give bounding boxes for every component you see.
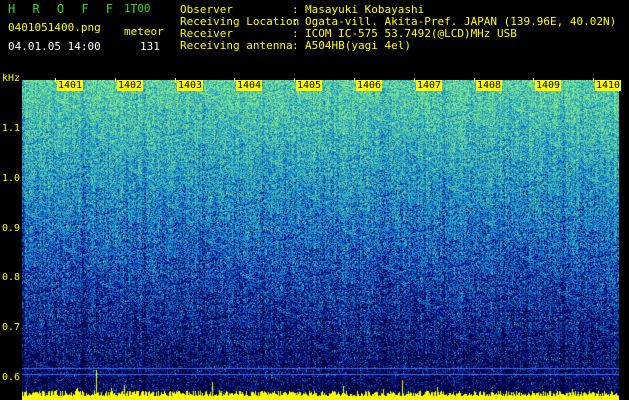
receiver-value: ICOM IC-575 53.7492(@LCD)MHz USB: [305, 27, 517, 40]
app-version: 1.00: [124, 2, 151, 15]
y-tick: 1.1: [2, 123, 21, 134]
x-tick-mark: [55, 78, 56, 82]
y-tick: 0.8: [2, 272, 21, 283]
x-tick-label: 1404: [236, 80, 263, 91]
observer-label: Observer: [180, 3, 233, 16]
x-tick-mark: [294, 78, 295, 82]
antenna-colon: :: [292, 39, 299, 52]
x-tick-mark: [175, 78, 176, 82]
x-tick-mark: [414, 78, 415, 82]
receiver-label: Receiver: [180, 27, 233, 40]
x-tick-label: 1402: [117, 80, 144, 91]
x-tick-label: 1403: [177, 80, 204, 91]
observer-colon: :: [292, 3, 299, 16]
x-tick-mark: [354, 78, 355, 82]
y-tick: 1.0: [2, 173, 21, 184]
meteor-count-value: 131: [140, 40, 160, 53]
x-tick-label: 1405: [296, 80, 323, 91]
location-colon: :: [292, 15, 299, 28]
location-value: Ogata-vill. Akita-Pref. JAPAN (139.96E, …: [305, 15, 617, 28]
spectrogram: [22, 80, 619, 400]
x-tick-mark: [533, 78, 534, 82]
receiver-colon: :: [292, 27, 299, 40]
x-tick-mark: [593, 78, 594, 82]
x-tick-label: 1409: [535, 80, 562, 91]
y-axis-unit: kHz: [2, 73, 21, 84]
date-time: 04.01.05 14:00: [8, 40, 101, 53]
y-tick: 0.9: [2, 223, 21, 234]
y-tick: 0.6: [2, 372, 21, 383]
x-tick-label: 1407: [416, 80, 443, 91]
x-tick-label: 1408: [476, 80, 503, 91]
app-title: H R O F F T: [8, 2, 143, 16]
file-name: 0401051400.png: [8, 21, 101, 34]
x-tick-label: 1406: [356, 80, 383, 91]
observer-value: Masayuki Kobayashi: [305, 3, 425, 16]
antenna-label: Receiving antenna: [180, 39, 293, 52]
x-tick-mark: [234, 78, 235, 82]
location-label: Receiving Location: [180, 15, 300, 28]
x-tick-mark: [115, 78, 116, 82]
meteor-count-label: meteor: [124, 25, 164, 38]
x-tick-mark: [474, 78, 475, 82]
x-tick-label: 1401: [57, 80, 84, 91]
y-tick: 0.7: [2, 322, 21, 333]
antenna-value: A504HB(yagi 4el): [305, 39, 411, 52]
x-tick-label: 1410: [595, 80, 622, 91]
